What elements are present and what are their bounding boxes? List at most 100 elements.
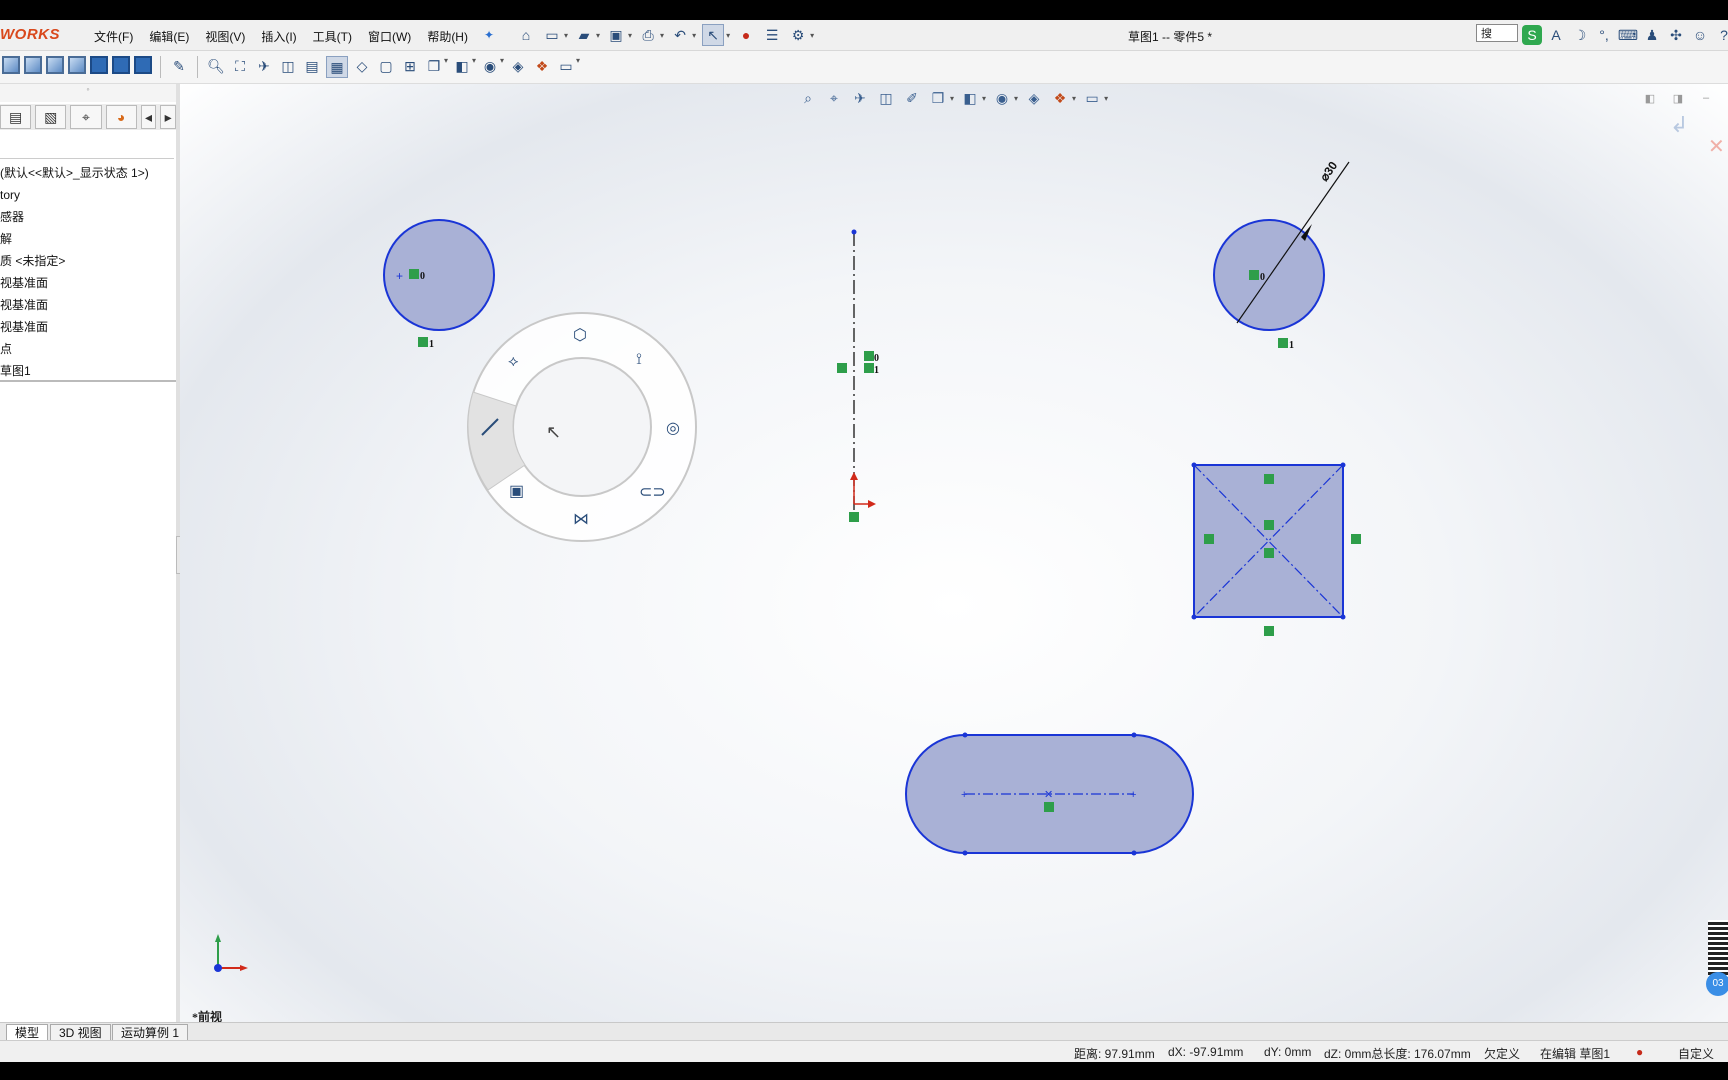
sketch-centerline[interactable]: 0 1	[837, 229, 879, 523]
rollback-bar[interactable]	[0, 380, 176, 382]
user-icon[interactable]: ♟	[1642, 25, 1662, 45]
edit-appearance-icon[interactable]: ◈	[508, 56, 528, 76]
relation-icon[interactable]	[1264, 520, 1274, 530]
sketch-center-rectangle[interactable]	[1191, 462, 1362, 637]
chevron-down-icon[interactable]: ▾	[444, 56, 448, 78]
bottom-view-icon[interactable]	[112, 56, 130, 74]
view-orientation-icon[interactable]: ❐	[424, 56, 444, 76]
tree-item-front-plane[interactable]: 视基准面	[0, 272, 176, 294]
sketch-circle-left[interactable]: + 0 1	[383, 219, 495, 350]
tree-item-top-plane[interactable]: 视基准面	[0, 294, 176, 316]
chevron-down-icon[interactable]: ▾	[726, 31, 730, 40]
relation-icon[interactable]	[1264, 548, 1274, 558]
right-view-icon[interactable]	[68, 56, 86, 74]
tree-item-annotations[interactable]: 解	[0, 228, 176, 250]
tree-item-right-plane[interactable]: 视基准面	[0, 316, 176, 338]
punctuation-icon[interactable]: °,	[1594, 25, 1614, 45]
relation-icon[interactable]	[409, 269, 419, 279]
rebuild-traffic-light-icon[interactable]: ●	[736, 25, 756, 45]
previous-view-icon[interactable]: ✈	[254, 56, 274, 76]
open-folder-icon[interactable]: ▰	[574, 25, 594, 45]
tab-feature-manager[interactable]: ▤	[0, 105, 32, 129]
help-question-icon[interactable]: ?	[1714, 25, 1728, 45]
undo-icon[interactable]: ↶	[670, 25, 690, 45]
menu-view[interactable]: 视图(V)	[197, 28, 253, 45]
shaded-display-icon[interactable]: ▦	[326, 56, 348, 78]
hide-show-items-icon[interactable]: ◉	[480, 56, 500, 76]
zoom-to-area-icon[interactable]: ⛶	[230, 56, 250, 76]
tree-item-origin[interactable]: 点	[0, 338, 176, 360]
chevron-down-icon[interactable]: ▾	[576, 56, 580, 78]
print-icon[interactable]: ⎙	[638, 25, 658, 45]
relation-icon[interactable]	[1264, 474, 1274, 484]
normal-to-icon[interactable]: ✎	[169, 56, 189, 76]
tree-item-part-config[interactable]: (默认<<默认>_显示状态 1>)	[0, 162, 176, 184]
menu-window[interactable]: 窗口(W)	[360, 28, 419, 45]
menu-insert[interactable]: 插入(I)	[253, 28, 304, 45]
tree-item-sketch1[interactable]: 草图1	[0, 360, 176, 382]
relation-icon[interactable]	[864, 351, 874, 361]
display-style-icon[interactable]: ◧	[452, 56, 472, 76]
sketch-straight-slot[interactable]: + + ✕	[905, 732, 1194, 856]
view-cube-icon[interactable]: ⬡	[573, 327, 587, 344]
overlay-badge[interactable]: 03	[1706, 972, 1728, 996]
left-view-icon[interactable]	[46, 56, 64, 74]
trim-entities-icon[interactable]: ⟡	[508, 353, 519, 370]
relation-icon[interactable]	[837, 363, 847, 373]
new-document-icon[interactable]: ▭	[542, 25, 562, 45]
menu-edit[interactable]: 编辑(E)	[141, 28, 197, 45]
relation-icon[interactable]	[864, 363, 874, 373]
menu-help[interactable]: 帮助(H)	[419, 28, 476, 45]
slot-tool-icon[interactable]: ⊂⊃	[639, 484, 666, 501]
wireframe-display-icon[interactable]: ◇	[352, 56, 372, 76]
grid-apps-icon[interactable]: ✣	[1666, 25, 1686, 45]
options-gear-icon[interactable]: ⚙	[788, 25, 808, 45]
menu-tools[interactable]: 工具(T)	[305, 28, 360, 45]
account-icon[interactable]: ☺	[1690, 25, 1710, 45]
tab-scroll-right-icon[interactable]: ▸	[160, 105, 176, 129]
moon-icon[interactable]: ☽	[1570, 25, 1590, 45]
tree-item-sensors[interactable]: 感器	[0, 206, 176, 228]
dynamic-annotation-icon[interactable]: ▤	[302, 56, 322, 76]
home-icon[interactable]: ⌂	[516, 25, 536, 45]
rebuild-indicator-icon[interactable]: ●	[1636, 1045, 1643, 1059]
file-properties-icon[interactable]: ☰	[762, 25, 782, 45]
relation-icon[interactable]	[1264, 626, 1274, 636]
relation-icon[interactable]	[1351, 534, 1361, 544]
graphics-area[interactable]: ⌕ ⌖ ✈ ◫ ✐ ❐▾ ◧▾ ◉▾ ◈ ❖▾ ▭▾ ◧ ◨ – ❐ ↲ ✕ +…	[180, 84, 1728, 1030]
sketch-circle-right-dimensioned[interactable]: ⌀30 0 1	[1213, 159, 1350, 351]
relation-icon[interactable]	[418, 337, 428, 347]
keyboard-icon[interactable]: ⌨	[1618, 25, 1638, 45]
relation-icon[interactable]	[1204, 534, 1214, 544]
status-units-custom[interactable]: 自定义	[1678, 1045, 1714, 1062]
back-view-icon[interactable]	[24, 56, 42, 74]
tree-filter-field[interactable]	[0, 134, 174, 159]
isometric-view-icon[interactable]	[134, 56, 152, 74]
select-cursor-icon[interactable]: ↖	[702, 24, 725, 46]
chevron-down-icon[interactable]: ▾	[472, 56, 476, 78]
tab-configuration-manager[interactable]: ⌖	[70, 105, 102, 129]
chevron-down-icon[interactable]: ▾	[500, 56, 504, 78]
top-view-icon[interactable]	[90, 56, 108, 74]
tree-item-material[interactable]: 质 <未指定>	[0, 250, 176, 272]
view-settings-monitor-icon[interactable]: ▭	[556, 56, 576, 76]
panel-splitter-dot[interactable]: ◦	[0, 84, 176, 102]
tab-property-manager[interactable]: ▧	[35, 105, 67, 129]
circle-tool-icon[interactable]: ◎	[666, 420, 680, 437]
mirror-entities-icon[interactable]: ⋈	[573, 511, 589, 528]
font-a-icon[interactable]: A	[1546, 25, 1566, 45]
four-viewport-icon[interactable]: ⊞	[400, 56, 420, 76]
relation-icon[interactable]	[849, 512, 859, 522]
apply-scene-icon[interactable]: ❖	[532, 56, 552, 76]
chevron-down-icon[interactable]: ▾	[810, 31, 814, 40]
chevron-down-icon[interactable]: ▾	[564, 31, 568, 40]
tree-item-history[interactable]: tory	[0, 184, 176, 206]
ime-logo-icon[interactable]: S	[1522, 25, 1542, 45]
relation-icon[interactable]	[1249, 270, 1259, 280]
chevron-down-icon[interactable]: ▾	[628, 31, 632, 40]
tab-display-manager[interactable]: ◕	[105, 105, 137, 129]
zoom-to-fit-icon[interactable]: 🔍︎	[206, 56, 226, 76]
menu-file[interactable]: 文件(F)	[86, 28, 141, 45]
pin-icon[interactable]: ✦	[476, 28, 502, 45]
single-viewport-icon[interactable]: ▢	[376, 56, 396, 76]
